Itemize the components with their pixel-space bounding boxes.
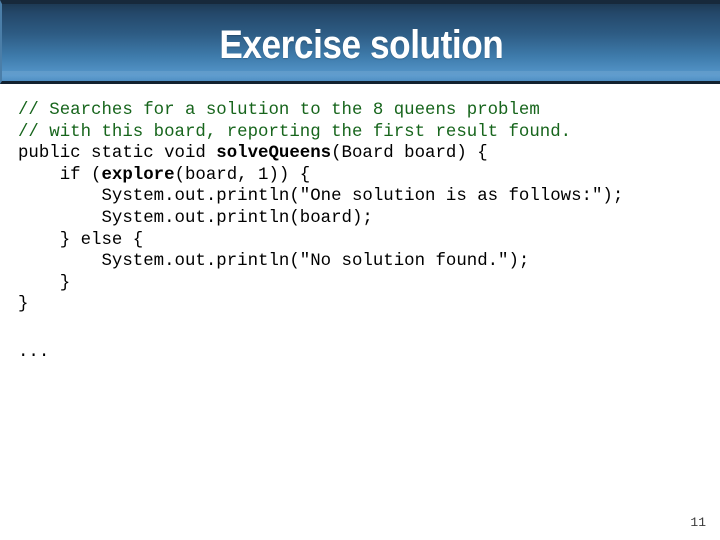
code-token-plain: public static void: [18, 144, 217, 164]
code-listing: // Searches for a solution to the 8 quee…: [18, 100, 708, 316]
code-token-plain: }: [18, 273, 71, 293]
code-line: System.out.println("No solution found.")…: [18, 251, 708, 273]
code-token-bold: solveQueens: [216, 144, 332, 164]
code-line: if (explore(board, 1)) {: [18, 165, 708, 187]
code-line: public static void solveQueens(Board boa…: [18, 143, 708, 165]
code-continuation-ellipsis: ...: [18, 343, 50, 362]
code-token-plain: } else {: [18, 230, 144, 250]
code-token-plain: if (: [18, 165, 102, 185]
code-token-bold: explore: [101, 165, 175, 185]
code-line: System.out.println("One solution is as f…: [18, 186, 708, 208]
code-line: // with this board, reporting the first …: [18, 122, 708, 144]
code-line: }: [18, 294, 708, 316]
code-token-plain: (board, 1)) {: [174, 165, 311, 185]
code-token-plain: (Board board) {: [331, 144, 488, 164]
page-title: Exercise solution: [218, 22, 503, 67]
slide-title-banner: Exercise solution: [0, 0, 720, 84]
code-token-plain: System.out.println("No solution found.")…: [18, 252, 530, 272]
code-line: System.out.println(board);: [18, 208, 708, 230]
slide-page-number: 11: [690, 515, 706, 530]
code-line: // Searches for a solution to the 8 quee…: [18, 100, 708, 122]
code-token-comment: // with this board, reporting the first …: [18, 122, 572, 142]
code-token-plain: System.out.println(board);: [18, 208, 373, 228]
code-line: } else {: [18, 230, 708, 252]
code-token-plain: System.out.println("One solution is as f…: [18, 187, 624, 207]
code-token-plain: }: [18, 295, 29, 315]
code-line: }: [18, 273, 708, 295]
code-token-comment: // Searches for a solution to the 8 quee…: [18, 101, 540, 120]
